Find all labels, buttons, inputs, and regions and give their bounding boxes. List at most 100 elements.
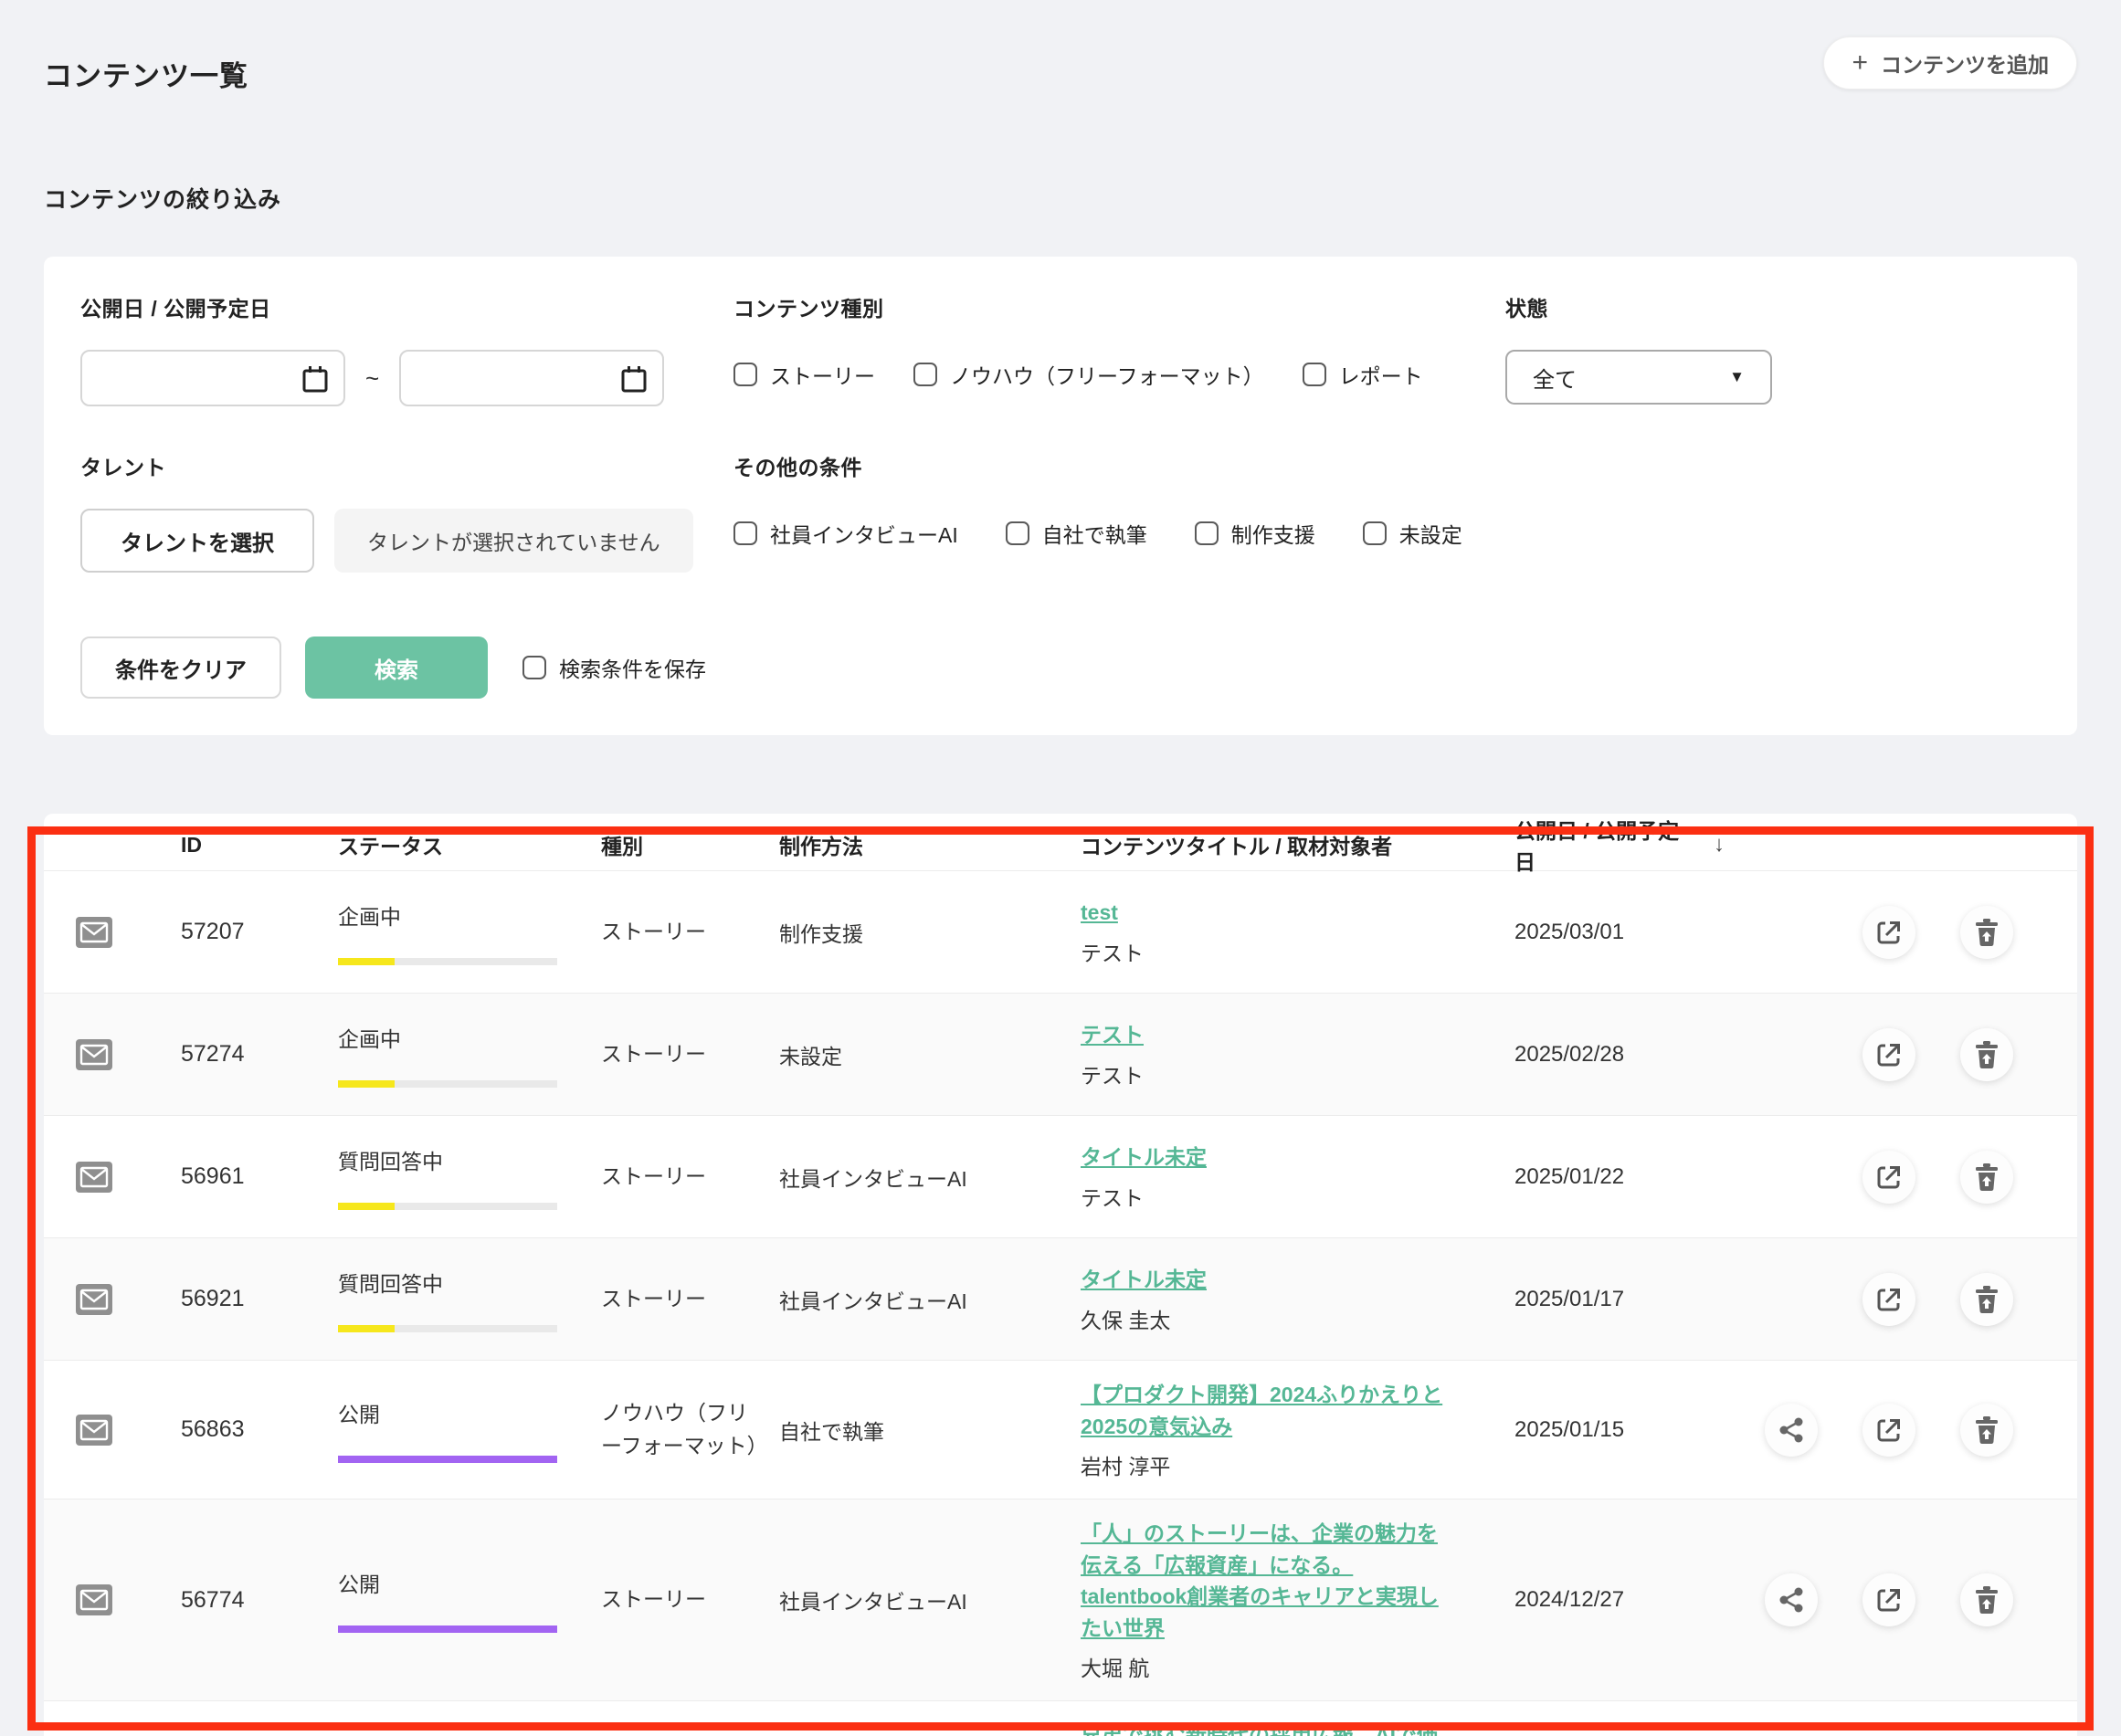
talent-select-button[interactable]: タレントを選択	[80, 509, 314, 573]
table-row[interactable]: 56863 公開 ノウハウ（フリーフォーマット） 自社で執筆 【プロダクト開発】…	[44, 1360, 2077, 1499]
content-type-label: コンテンツ種別	[733, 291, 1505, 322]
row-title-cell: test テスト	[1049, 897, 1473, 967]
row-status: 質問回答中	[313, 1144, 587, 1210]
date-to-input[interactable]	[399, 350, 664, 406]
envelope-icon[interactable]	[76, 1284, 112, 1315]
row-status: 企画中	[313, 900, 587, 965]
checkbox-inhouse-writing-label: 自社で執筆	[1042, 518, 1147, 549]
sort-descending-icon[interactable]: ↓	[1714, 832, 1725, 857]
table-row[interactable]: 56921 質問回答中 ストーリー 社員インタビューAI タイトル未定 久保 圭…	[44, 1237, 2077, 1360]
row-status: 公開	[313, 1567, 587, 1633]
table-row[interactable]: 57274 企画中 ストーリー 未設定 テスト テスト 2025/02/28	[44, 993, 2077, 1115]
content-title-link[interactable]: タイトル未定	[1081, 1145, 1207, 1169]
checkbox-report[interactable]: レポート	[1303, 359, 1423, 390]
page-title: コンテンツ一覧	[44, 53, 248, 94]
checkbox-production-support[interactable]: 制作支援	[1195, 518, 1315, 549]
checkbox-employee-interview-ai[interactable]: 社員インタビューAI	[733, 518, 958, 549]
envelope-icon[interactable]	[76, 917, 112, 948]
header-id: ID	[144, 833, 313, 857]
row-status-label: 企画中	[338, 900, 587, 931]
envelope-icon[interactable]	[76, 1584, 112, 1615]
content-title-link[interactable]: 【プロダクト開発】2024ふりかえりと2025の意気込み	[1081, 1383, 1442, 1438]
trash-icon	[1975, 1416, 1999, 1444]
table-row[interactable]: 56961 質問回答中 ストーリー 社員インタビューAI タイトル未定 テスト …	[44, 1115, 2077, 1237]
checkbox-story-label: ストーリー	[770, 359, 875, 390]
table-row[interactable]: 57207 企画中 ストーリー 制作支援 test テスト 2025/03/01	[44, 870, 2077, 993]
row-method: 社員インタビューAI	[770, 1584, 1049, 1615]
checkbox-inhouse-writing[interactable]: 自社で執筆	[1006, 518, 1147, 549]
open-in-new-button[interactable]	[1862, 906, 1915, 959]
row-date: 2025/01/22	[1473, 1164, 1734, 1190]
checkbox-icon	[1303, 363, 1326, 386]
row-actions	[1734, 1404, 2077, 1457]
date-range-separator: ~	[365, 364, 379, 393]
add-content-button[interactable]: + コンテンツを追加	[1823, 37, 2077, 89]
topbar: コンテンツ一覧 + コンテンツを追加	[44, 37, 2077, 94]
content-title-link[interactable]: 「人」のストーリーは、企業の魅力を伝える「広報資産」になる。talentbook…	[1081, 1521, 1439, 1640]
row-status-label: 公開	[338, 1397, 587, 1428]
content-title-link[interactable]: タイトル未定	[1081, 1268, 1207, 1291]
state-select[interactable]: 全て ▼	[1505, 350, 1772, 405]
clear-conditions-button[interactable]: 条件をクリア	[80, 637, 281, 699]
row-status-label: 企画中	[338, 1022, 587, 1053]
trash-icon	[1975, 1586, 1999, 1614]
state-select-value: 全て	[1533, 362, 1577, 394]
talent-filter-group: タレント タレントを選択 タレントが選択されていません	[80, 450, 733, 573]
delete-button[interactable]	[1960, 1404, 2013, 1457]
row-subject: テスト	[1081, 1058, 1455, 1089]
row-envelope-cell	[44, 1039, 144, 1070]
checkbox-icon	[1363, 521, 1387, 545]
checkbox-icon	[1006, 521, 1029, 545]
row-method: 社員インタビューAI	[770, 1284, 1049, 1315]
header-date-label: 公開日 / 公開予定日	[1514, 814, 1699, 876]
content-title-link[interactable]: テスト	[1081, 1023, 1144, 1047]
row-envelope-cell	[44, 917, 144, 948]
delete-button[interactable]	[1960, 1573, 2013, 1626]
checkbox-icon	[913, 363, 937, 386]
envelope-icon[interactable]	[76, 1039, 112, 1070]
envelope-icon[interactable]	[76, 1162, 112, 1193]
checkbox-knowhow[interactable]: ノウハウ（フリーフォーマット）	[913, 359, 1264, 390]
open-in-new-button[interactable]	[1862, 1273, 1915, 1326]
share-button[interactable]	[1765, 1404, 1818, 1457]
table-row[interactable]: 56698 公開 ストーリー 社員インタビューAI 兄弟で挑む新時代の採用広報。…	[44, 1700, 2077, 1736]
row-subject: テスト	[1081, 1181, 1455, 1212]
save-search-checkbox[interactable]: 検索条件を保存	[522, 652, 706, 683]
delete-button[interactable]	[1960, 1273, 2013, 1326]
row-subject: 岩村 淳平	[1081, 1449, 1455, 1480]
add-content-label: コンテンツを追加	[1881, 47, 2049, 79]
search-button[interactable]: 検索	[305, 637, 488, 699]
state-label: 状態	[1505, 291, 2041, 322]
open-in-new-button[interactable]	[1862, 1028, 1915, 1081]
row-date: 2025/01/17	[1473, 1287, 1734, 1312]
table-row[interactable]: 56774 公開 ストーリー 社員インタビューAI 「人」のストーリーは、企業の…	[44, 1499, 2077, 1700]
share-button[interactable]	[1765, 1573, 1818, 1626]
row-envelope-cell	[44, 1162, 144, 1193]
row-status: 質問回答中	[313, 1267, 587, 1332]
row-id: 56863	[144, 1416, 313, 1443]
row-status-label: 公開	[338, 1567, 587, 1598]
talent-empty-message: タレントが選択されていません	[334, 509, 693, 573]
filter-heading: コンテンツの絞り込み	[44, 182, 2077, 215]
header-date[interactable]: 公開日 / 公開予定日 ↓	[1473, 814, 1734, 876]
open-in-new-button[interactable]	[1862, 1573, 1915, 1626]
status-progress-bar	[338, 1325, 557, 1332]
row-date: 2025/03/01	[1473, 920, 1734, 945]
content-title-link[interactable]: 兄弟で挑む新時代の採用広報。AIで価値を創造する経営者の挑戦	[1081, 1723, 1438, 1736]
delete-button[interactable]	[1960, 1028, 2013, 1081]
share-icon	[1779, 1417, 1803, 1443]
checkbox-story[interactable]: ストーリー	[733, 359, 875, 390]
open-in-new-button[interactable]	[1862, 1151, 1915, 1204]
delete-button[interactable]	[1960, 1151, 2013, 1204]
open-in-new-icon	[1876, 920, 1902, 945]
checkbox-unset[interactable]: 未設定	[1363, 518, 1462, 549]
content-title-link[interactable]: test	[1081, 900, 1118, 924]
row-date: 2025/02/28	[1473, 1042, 1734, 1068]
open-in-new-button[interactable]	[1862, 1404, 1915, 1457]
envelope-icon[interactable]	[76, 1415, 112, 1446]
other-conditions-label: その他の条件	[733, 450, 2041, 481]
row-status: 公開	[313, 1397, 587, 1463]
delete-button[interactable]	[1960, 906, 2013, 959]
date-from-input[interactable]	[80, 350, 345, 406]
other-conditions-group: その他の条件 社員インタビューAI 自社で執筆 制作支援	[733, 450, 2041, 573]
